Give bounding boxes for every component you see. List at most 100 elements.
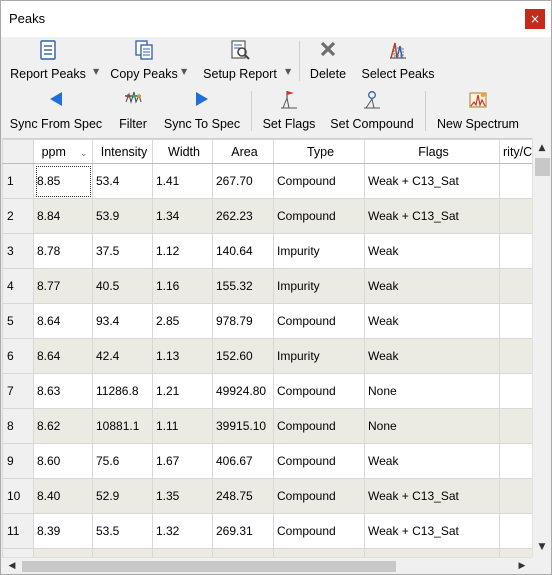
vertical-scroll-thumb[interactable] xyxy=(535,158,550,176)
cell-type[interactable]: Compound xyxy=(273,303,365,339)
row-number[interactable]: 3 xyxy=(2,233,34,269)
table-row[interactable]: 6 8.64 42.4 1.13 152.60 Impurity Weak xyxy=(2,338,535,374)
copy-peaks-button[interactable]: Copy Peaks xyxy=(107,37,181,83)
cell-ppm[interactable]: 8.64 xyxy=(33,303,93,339)
cell-ppm[interactable]: 8.62 xyxy=(33,408,93,444)
cell-intensity[interactable]: 11286.8 xyxy=(92,373,153,409)
cell-area[interactable]: 269.31 xyxy=(212,513,274,549)
table-row[interactable]: 7 8.63 11286.8 1.21 49924.80 Compound None xyxy=(2,373,535,409)
cell-purity[interactable] xyxy=(499,338,535,374)
cell-area[interactable]: 39915.10 xyxy=(212,408,274,444)
setup-report-button[interactable]: Setup Report xyxy=(199,37,281,83)
cell-width[interactable]: 1.13 xyxy=(152,338,213,374)
cell-ppm[interactable]: 8.78 xyxy=(33,233,93,269)
cell-area[interactable]: 978.79 xyxy=(212,303,274,339)
column-header-ppm[interactable]: ppm ⌄ xyxy=(33,139,93,164)
cell-area[interactable]: 155.32 xyxy=(212,268,274,304)
horizontal-scrollbar[interactable]: ◀ ▶ xyxy=(2,557,532,574)
row-number[interactable]: 8 xyxy=(2,408,34,444)
cell-flags[interactable]: Weak + C13_Sat xyxy=(364,513,500,549)
cell-area[interactable]: 140.64 xyxy=(212,233,274,269)
column-header-intensity[interactable]: Intensity xyxy=(92,139,153,164)
cell-type[interactable]: Compound xyxy=(273,513,365,549)
table-row[interactable]: 10 8.40 52.9 1.35 248.75 Compound Weak + C13_S… xyxy=(2,478,535,514)
vertical-scrollbar[interactable]: ▲ ▼ xyxy=(532,138,551,557)
cell-type[interactable]: Impurity xyxy=(273,338,365,374)
cell-ppm[interactable]: 8.64 xyxy=(33,338,93,374)
row-number[interactable]: 4 xyxy=(2,268,34,304)
cell-width[interactable]: 2.85 xyxy=(152,303,213,339)
cell-area[interactable]: 248.75 xyxy=(212,478,274,514)
table-row[interactable]: 11 8.39 53.5 1.32 269.31 Compound Weak + C13_S… xyxy=(2,513,535,549)
cell-purity[interactable] xyxy=(499,303,535,339)
close-button[interactable]: × xyxy=(525,9,545,29)
cell-flags[interactable]: None xyxy=(364,373,500,409)
cell-purity[interactable] xyxy=(499,443,535,479)
cell-purity[interactable] xyxy=(499,513,535,549)
cell-type[interactable]: Compound xyxy=(273,478,365,514)
cell-type[interactable]: Compound xyxy=(273,373,365,409)
cell-ppm[interactable]: 8.40 xyxy=(33,478,93,514)
cell-purity[interactable] xyxy=(499,268,535,304)
cell-area[interactable]: 152.60 xyxy=(212,338,274,374)
filter-button[interactable]: Filter xyxy=(113,87,153,133)
cell-purity[interactable] xyxy=(499,233,535,269)
cell-ppm[interactable]: 8.60 xyxy=(33,443,93,479)
cell-area[interactable] xyxy=(212,548,274,557)
cell-type[interactable]: Compound xyxy=(273,163,365,199)
cell-flags[interactable]: Weak + C13_Sat xyxy=(364,198,500,234)
table-row[interactable]: 5 8.64 93.4 2.85 978.79 Compound Weak xyxy=(2,303,535,339)
cell-flags[interactable]: Weak xyxy=(364,268,500,304)
cell-intensity[interactable]: 42.4 xyxy=(92,338,153,374)
cell-purity[interactable] xyxy=(499,198,535,234)
cell-flags[interactable]: Weak + C13_Sat xyxy=(364,478,500,514)
setup-report-dropdown-icon[interactable]: ▼ xyxy=(285,67,291,76)
cell-flags[interactable]: Weak xyxy=(364,443,500,479)
cell-purity[interactable] xyxy=(499,373,535,409)
sync-from-spec-button[interactable]: Sync From Spec xyxy=(5,87,107,133)
report-peaks-dropdown-icon[interactable]: ▼ xyxy=(93,67,99,76)
cell-ppm[interactable]: 8.85 xyxy=(33,163,93,199)
select-peaks-button[interactable]: Select Peaks xyxy=(357,37,439,83)
cell-purity[interactable] xyxy=(499,163,535,199)
cell-flags[interactable]: Weak xyxy=(364,338,500,374)
cell-type[interactable]: Impurity xyxy=(273,233,365,269)
scroll-down-arrow-icon[interactable]: ▼ xyxy=(533,539,551,555)
set-flags-button[interactable]: Set Flags xyxy=(257,87,321,133)
row-number[interactable]: 6 xyxy=(2,338,34,374)
scroll-up-arrow-icon[interactable]: ▲ xyxy=(533,140,551,156)
cell-ppm[interactable]: 8.77 xyxy=(33,268,93,304)
copy-peaks-dropdown-icon[interactable]: ▼ xyxy=(181,67,187,76)
table-row[interactable]: 2 8.84 53.9 1.34 262.23 Compound Weak + C13_Sa… xyxy=(2,198,535,234)
cell-type[interactable]: Compound xyxy=(273,408,365,444)
cell-purity[interactable] xyxy=(499,548,535,557)
cell-ppm[interactable]: 8.84 xyxy=(33,198,93,234)
report-peaks-button[interactable]: Report Peaks xyxy=(5,37,91,83)
column-header-width[interactable]: Width xyxy=(152,139,213,164)
sync-to-spec-button[interactable]: Sync To Spec xyxy=(159,87,245,133)
cell-intensity[interactable]: 53.9 xyxy=(92,198,153,234)
cell-area[interactable]: 262.23 xyxy=(212,198,274,234)
cell-purity[interactable] xyxy=(499,478,535,514)
column-header-flags[interactable]: Flags xyxy=(364,139,500,164)
table-row[interactable]: 8 8.62 10881.1 1.11 39915.10 Compound None xyxy=(2,408,535,444)
row-number[interactable]: 10 xyxy=(2,478,34,514)
cell-type[interactable]: Compound xyxy=(273,198,365,234)
row-number[interactable]: 7 xyxy=(2,373,34,409)
row-number[interactable]: 9 xyxy=(2,443,34,479)
table-row[interactable]: 9 8.60 75.6 1.67 406.67 Compound Weak xyxy=(2,443,535,479)
cell-width[interactable]: 1.16 xyxy=(152,268,213,304)
scroll-right-arrow-icon[interactable]: ▶ xyxy=(514,558,530,574)
cell-type[interactable]: Impurity xyxy=(273,268,365,304)
column-header-purity[interactable]: rity/C xyxy=(499,139,535,164)
cell-purity[interactable] xyxy=(499,408,535,444)
delete-button[interactable]: Delete xyxy=(305,37,351,83)
cell-intensity[interactable]: 93.4 xyxy=(92,303,153,339)
new-spectrum-button[interactable]: New Spectrum xyxy=(431,87,525,133)
cell-type[interactable]: Compound xyxy=(273,443,365,479)
cell-width[interactable]: 1.34 xyxy=(152,198,213,234)
cell-flags[interactable]: Weak xyxy=(364,233,500,269)
table-row[interactable] xyxy=(2,548,535,557)
column-header-area[interactable]: Area xyxy=(212,139,274,164)
cell-intensity[interactable]: 40.5 xyxy=(92,268,153,304)
